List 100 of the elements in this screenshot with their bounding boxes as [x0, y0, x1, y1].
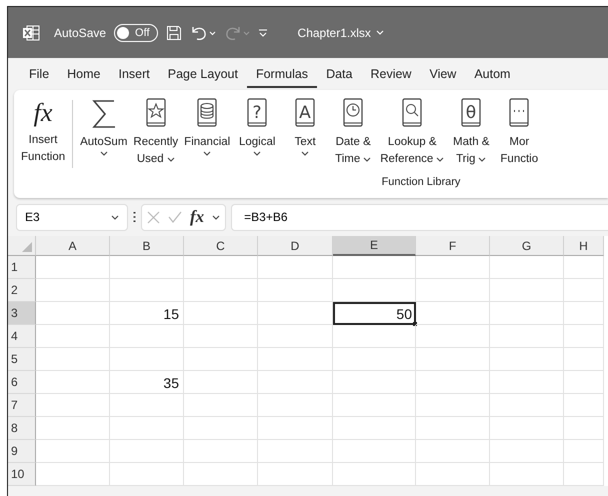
table-cell[interactable] — [490, 417, 564, 440]
table-cell[interactable] — [416, 394, 490, 417]
check-icon[interactable] — [168, 211, 182, 223]
table-cell[interactable] — [36, 371, 110, 394]
file-name[interactable]: Chapter1.xlsx — [298, 26, 371, 40]
table-cell[interactable] — [36, 279, 110, 302]
table-cell[interactable] — [416, 417, 490, 440]
selected-cell[interactable]: 50 — [333, 302, 416, 325]
table-cell[interactable] — [258, 279, 333, 302]
select-all-icon[interactable] — [22, 242, 32, 252]
table-cell[interactable] — [564, 256, 604, 279]
table-cell[interactable] — [416, 348, 490, 371]
table-cell[interactable] — [564, 440, 604, 463]
name-box[interactable]: E3 — [16, 204, 128, 230]
row-header[interactable]: 4 — [8, 325, 36, 348]
ribbon-button[interactable]: ? Logical — [233, 96, 282, 156]
column-header[interactable]: F — [416, 236, 490, 256]
ribbon-button[interactable]: fx Insert Function — [18, 96, 68, 166]
table-cell[interactable] — [36, 440, 110, 463]
ribbon-tab[interactable]: Page Layout — [158, 60, 247, 88]
column-header[interactable]: B — [110, 236, 184, 256]
table-cell[interactable]: 35 — [110, 371, 184, 394]
cancel-icon[interactable] — [147, 210, 160, 224]
table-cell[interactable] — [36, 348, 110, 371]
table-cell[interactable] — [258, 394, 333, 417]
autosave-toggle[interactable]: Off — [114, 24, 158, 42]
ribbon-tab[interactable]: Autom — [465, 60, 520, 88]
save-icon[interactable] — [166, 24, 182, 40]
row-header[interactable]: 2 — [8, 279, 36, 302]
table-cell[interactable] — [564, 325, 604, 348]
table-cell[interactable] — [333, 394, 416, 417]
customize-toolbar-icon[interactable] — [258, 28, 268, 38]
undo-icon[interactable] — [190, 24, 216, 40]
table-cell[interactable] — [490, 302, 564, 325]
table-cell[interactable] — [36, 325, 110, 348]
table-cell[interactable] — [184, 302, 258, 325]
insert-function-button[interactable]: fx — [190, 207, 204, 227]
table-cell[interactable] — [490, 256, 564, 279]
table-cell[interactable] — [110, 325, 184, 348]
table-cell[interactable] — [184, 417, 258, 440]
row-header[interactable]: 8 — [8, 417, 36, 440]
table-cell[interactable] — [258, 302, 333, 325]
table-cell[interactable] — [110, 394, 184, 417]
column-header[interactable]: C — [184, 236, 258, 256]
column-header[interactable]: E — [333, 236, 416, 256]
row-header[interactable]: 7 — [8, 394, 36, 417]
table-cell[interactable] — [333, 463, 416, 486]
table-cell[interactable] — [184, 463, 258, 486]
row-header[interactable]: 1 — [8, 256, 36, 279]
table-cell[interactable] — [184, 394, 258, 417]
table-cell[interactable] — [564, 279, 604, 302]
column-header[interactable]: H — [564, 236, 604, 256]
table-cell[interactable] — [564, 463, 604, 486]
row-header[interactable]: 9 — [8, 440, 36, 463]
table-cell[interactable] — [416, 256, 490, 279]
ribbon-tab[interactable]: Insert — [110, 60, 159, 88]
column-header[interactable]: A — [36, 236, 110, 256]
ribbon-tab[interactable]: Formulas — [246, 60, 318, 88]
table-cell[interactable] — [36, 417, 110, 440]
table-cell[interactable] — [490, 440, 564, 463]
table-cell[interactable] — [36, 463, 110, 486]
table-cell[interactable] — [490, 325, 564, 348]
table-cell[interactable] — [416, 279, 490, 302]
ribbon-tab[interactable]: Home — [58, 60, 110, 88]
table-cell[interactable] — [184, 279, 258, 302]
table-cell[interactable] — [110, 463, 184, 486]
table-cell[interactable] — [416, 463, 490, 486]
table-cell[interactable] — [490, 371, 564, 394]
table-cell[interactable] — [184, 440, 258, 463]
ribbon-tab[interactable]: View — [420, 60, 466, 88]
fill-handle[interactable] — [413, 322, 417, 326]
table-cell[interactable] — [333, 440, 416, 463]
ribbon-button[interactable]: Mor Functio — [495, 96, 544, 168]
row-header[interactable]: 6 — [8, 371, 36, 394]
table-cell[interactable] — [416, 371, 490, 394]
table-cell[interactable] — [490, 463, 564, 486]
column-header[interactable]: G — [490, 236, 564, 256]
table-cell[interactable] — [258, 371, 333, 394]
ribbon-button[interactable]: θ Math & Trig — [447, 96, 496, 168]
ribbon-button[interactable]: Recently Used — [130, 96, 182, 168]
column-header[interactable]: D — [258, 236, 333, 256]
table-cell[interactable] — [333, 325, 416, 348]
table-cell[interactable] — [258, 348, 333, 371]
row-header[interactable]: 5 — [8, 348, 36, 371]
table-cell[interactable] — [258, 440, 333, 463]
formula-field[interactable]: =B3+B6 — [231, 204, 608, 230]
table-cell[interactable] — [333, 279, 416, 302]
table-cell[interactable] — [564, 302, 604, 325]
table-cell[interactable] — [333, 256, 416, 279]
table-cell[interactable] — [416, 440, 490, 463]
table-cell[interactable] — [564, 371, 604, 394]
table-cell[interactable] — [258, 417, 333, 440]
ribbon-button[interactable]: AutoSum — [77, 96, 130, 156]
table-cell[interactable] — [110, 256, 184, 279]
table-cell[interactable] — [564, 417, 604, 440]
table-cell[interactable] — [564, 348, 604, 371]
table-cell[interactable] — [490, 394, 564, 417]
table-cell[interactable] — [564, 394, 604, 417]
table-cell[interactable] — [184, 256, 258, 279]
table-cell[interactable] — [258, 325, 333, 348]
